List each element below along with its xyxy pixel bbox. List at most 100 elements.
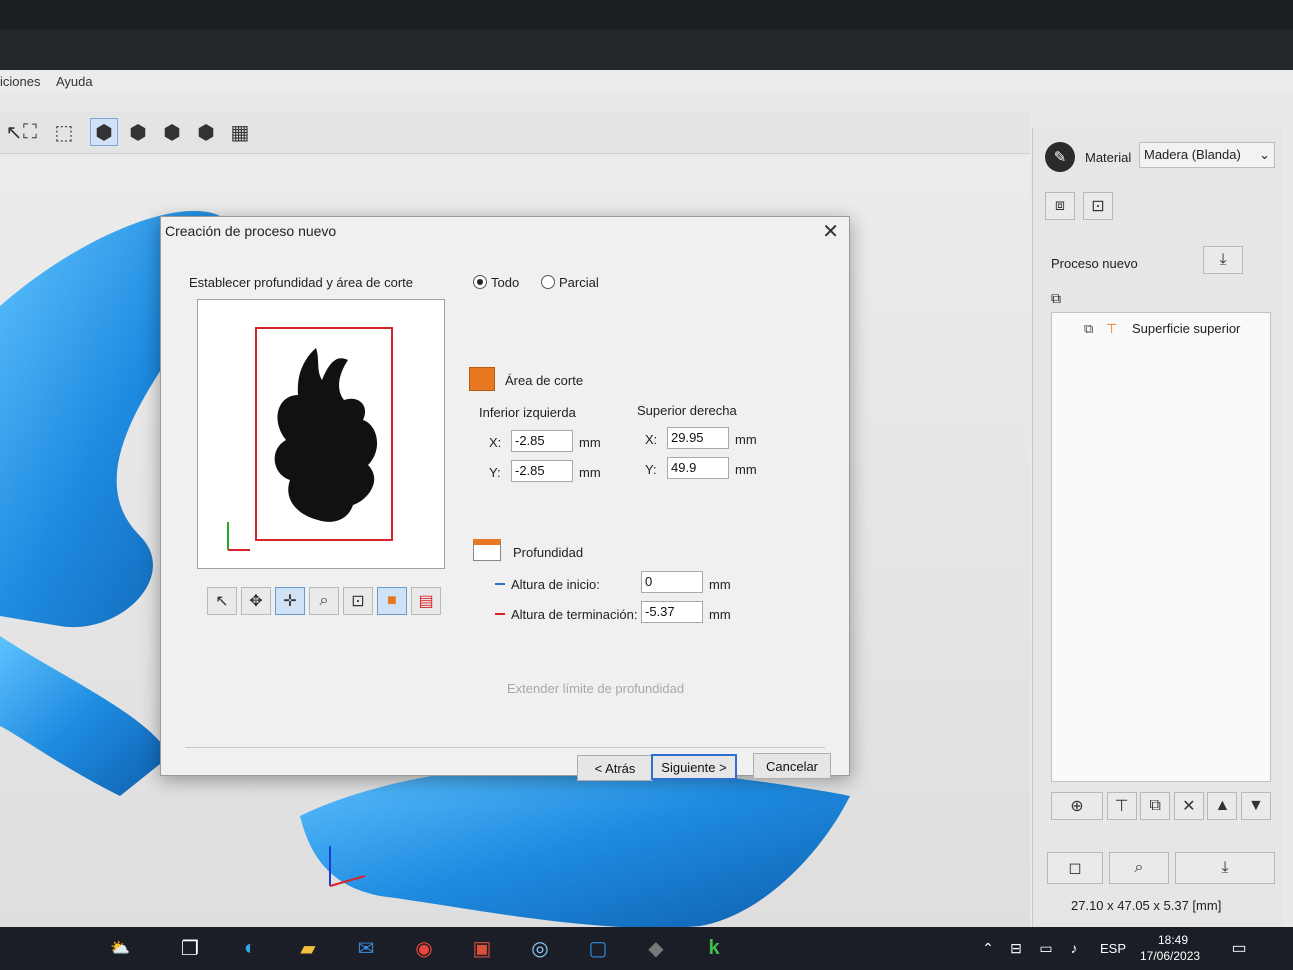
fit-icon[interactable]: ⛶ <box>16 118 44 146</box>
grid-view-icon[interactable]: ▦ <box>226 118 254 146</box>
view-front-icon[interactable]: ⬢ <box>124 118 152 146</box>
network-icon[interactable]: ⊟ <box>1004 933 1028 963</box>
dialog-title: Creación de proceso nuevo <box>165 223 337 239</box>
start-height-input[interactable]: 0 <box>641 571 703 593</box>
next-button[interactable]: Siguiente > <box>651 754 737 780</box>
unit-mm: mm <box>709 577 731 592</box>
filter-icon[interactable]: ⊤ <box>1106 792 1137 820</box>
tree-item-top-surface[interactable]: Superficie superior <box>1132 321 1240 336</box>
cut-area-icon <box>469 367 495 391</box>
preview-icon[interactable]: ⌕ <box>1109 852 1169 884</box>
chevron-up-icon[interactable]: ⌃ <box>978 933 998 963</box>
dialog-divider <box>185 747 825 748</box>
add-process-icon[interactable]: ⊕ <box>1051 792 1103 820</box>
zoom-region-icon[interactable]: ⬚ <box>50 118 78 146</box>
cancel-button[interactable]: Cancelar <box>753 753 831 779</box>
material-icon[interactable]: ✎ <box>1045 142 1075 172</box>
move-down-icon[interactable]: ▼ <box>1240 792 1271 820</box>
view-side-icon[interactable]: ⬢ <box>158 118 186 146</box>
stock-icon[interactable]: ⧈ <box>1045 192 1075 220</box>
save-icon[interactable]: ⊡ <box>1083 192 1113 220</box>
app-icon[interactable]: ▣ <box>462 933 502 963</box>
chevron-down-icon: ⌄ <box>1259 147 1270 162</box>
tool-icon: ⊤ <box>1106 321 1118 336</box>
material-select[interactable]: Madera (Blanda) ⌄ <box>1139 142 1275 168</box>
dimensions-readout: 27.10 x 47.05 x 5.37 [mm] <box>1071 898 1222 913</box>
lower-left-x-label: X: <box>489 435 502 450</box>
start-height-label: Altura de inicio: <box>511 577 600 592</box>
start-height-marker <box>495 583 505 585</box>
end-height-marker <box>495 613 505 615</box>
radio-partial-label[interactable]: Parcial <box>559 275 599 290</box>
tree-node-icon: ⧉ <box>1084 321 1094 336</box>
menu-bar: iciones Ayuda <box>0 70 1293 92</box>
cursor-app-icon[interactable]: ◆ <box>636 933 676 963</box>
volume-icon[interactable]: ♪ <box>1062 933 1086 963</box>
back-button[interactable]: < Atrás <box>577 755 653 781</box>
widgets-icon[interactable]: ⛅ <box>100 933 140 963</box>
delete-icon[interactable]: ✕ <box>1173 792 1204 820</box>
end-height-input[interactable]: -5.37 <box>641 601 703 623</box>
view-top-icon[interactable]: ⬢ <box>192 118 220 146</box>
radio-partial[interactable] <box>541 275 555 289</box>
depth-tool-icon[interactable]: ▤ <box>411 587 441 615</box>
lower-left-y-label: Y: <box>489 465 501 480</box>
cnc-app-icon[interactable]: ▢ <box>578 933 618 963</box>
model-shape-bottom <box>300 763 850 929</box>
rotate-icon[interactable]: ✥ <box>241 587 271 615</box>
upper-right-x-input[interactable]: 29.95 <box>667 427 729 449</box>
menu-item-functions[interactable]: iciones <box>0 74 40 89</box>
model-shape-lower-left <box>0 636 170 796</box>
side-panel: ✎ Material Madera (Blanda) ⌄ ⧈ ⊡ Proceso… <box>1032 128 1282 940</box>
bottom-actions: ◻ ⌕ ⤓ <box>1047 852 1279 884</box>
edge-icon[interactable]: ◐ <box>230 933 270 963</box>
new-process-icon[interactable]: ⤓ <box>1203 246 1243 274</box>
process-tree[interactable]: ⧉ ⊤ Superficie superior <box>1051 312 1271 782</box>
view-iso-icon[interactable]: ⬢ <box>90 118 118 146</box>
preview-canvas <box>227 327 393 551</box>
new-process-dialog: Creación de proceso nuevo ✕ Establecer p… <box>160 216 850 781</box>
move-up-icon[interactable]: ▲ <box>1207 792 1238 820</box>
radio-all[interactable] <box>473 275 487 289</box>
unit-mm: mm <box>735 432 757 447</box>
zoom-icon[interactable]: ⌕ <box>309 587 339 615</box>
k-app-icon[interactable]: k <box>694 933 734 963</box>
lower-left-x-input[interactable]: -2.85 <box>511 430 573 452</box>
leaf-silhouette <box>274 348 378 522</box>
radio-all-label[interactable]: Todo <box>491 275 519 290</box>
instruction-label: Establecer profundidad y área de corte <box>189 275 414 290</box>
cut-icon[interactable]: ⤓ <box>1175 852 1275 884</box>
window-top-band <box>0 30 1293 70</box>
lower-left-y-input[interactable]: -2.85 <box>511 460 573 482</box>
unit-mm: mm <box>709 607 731 622</box>
layers-icon[interactable]: ⧉ <box>1051 290 1061 307</box>
stop-icon[interactable]: ◻ <box>1047 852 1103 884</box>
cut-preview[interactable] <box>197 299 445 569</box>
menu-item-help[interactable]: Ayuda <box>56 74 93 89</box>
fit-area-icon[interactable]: ⊡ <box>343 587 373 615</box>
lower-left-label: Inferior izquierda <box>479 405 576 420</box>
main-toolbar: ↖ ⛶ ⬚ ⬢ ⬢ ⬢ ⬢ ▦ <box>0 112 1030 154</box>
screen: iciones Ayuda ↖ ⛶ ⬚ ⬢ ⬢ ⬢ ⬢ ▦ ✎ Material… <box>0 30 1293 970</box>
material-label: Material <box>1085 150 1132 165</box>
mail-icon[interactable]: ✉ <box>346 933 386 963</box>
vpn-icon[interactable]: ◎ <box>520 933 560 963</box>
notification-icon[interactable]: ▭ <box>1224 933 1254 963</box>
close-icon[interactable]: ✕ <box>822 219 839 244</box>
language-indicator[interactable]: ESP <box>1100 941 1126 956</box>
clock-date[interactable]: 17/06/2023 <box>1140 949 1200 963</box>
chrome-icon[interactable]: ◉ <box>404 933 444 963</box>
upper-right-label: Superior derecha <box>637 403 737 418</box>
clock-time[interactable]: 18:49 <box>1158 933 1188 947</box>
cut-area-tool-icon[interactable]: ■ <box>377 587 407 615</box>
process-label: Proceso nuevo <box>1051 256 1138 271</box>
pointer-icon[interactable]: ↖ <box>207 587 237 615</box>
task-view-icon[interactable]: ❐ <box>170 933 210 963</box>
extend-depth-limit[interactable]: Extender límite de profundidad <box>507 681 684 696</box>
file-explorer-icon[interactable]: ▰ <box>288 933 328 963</box>
copy-icon[interactable]: ⧉ <box>1140 792 1171 820</box>
monitor-icon[interactable]: ▭ <box>1034 933 1058 963</box>
depth-label: Profundidad <box>513 545 584 560</box>
pan-icon[interactable]: ✛ <box>275 587 305 615</box>
upper-right-y-input[interactable]: 49.9 <box>667 457 729 479</box>
